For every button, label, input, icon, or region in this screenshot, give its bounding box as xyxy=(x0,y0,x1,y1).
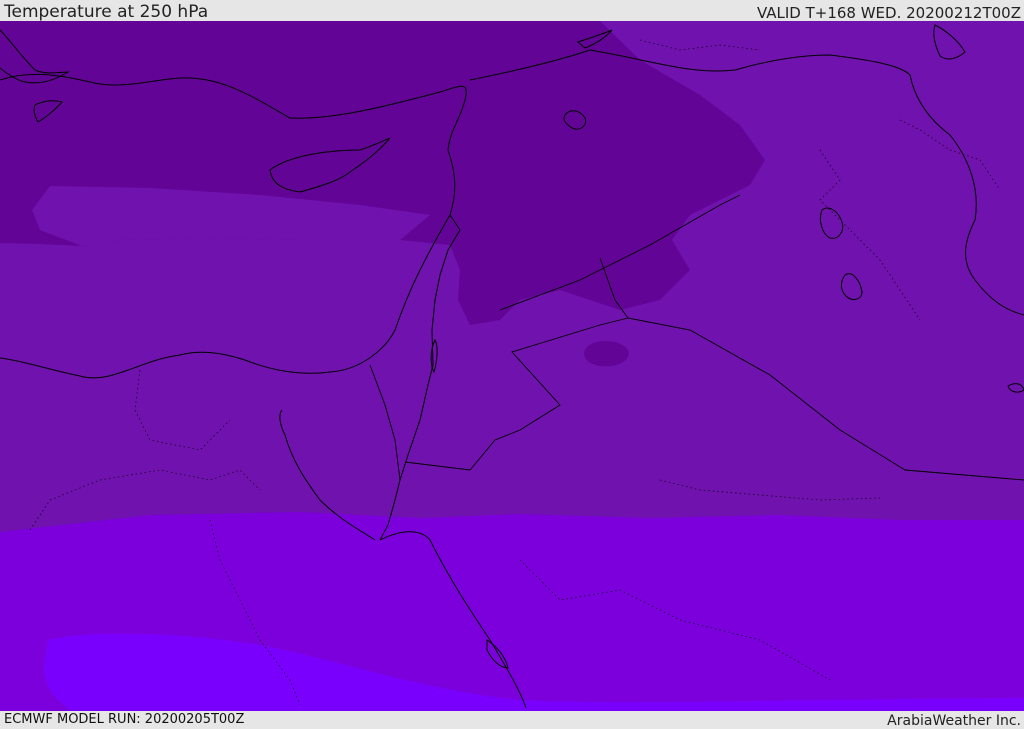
credit-label: ArabiaWeather Inc. xyxy=(887,713,1021,729)
band-darkest-patch xyxy=(584,341,629,367)
valid-time: VALID T+168 WED. 20200212T00Z xyxy=(756,4,1021,22)
map-title: Temperature at 250 hPa xyxy=(4,2,209,22)
model-run: ECMWF MODEL RUN: 20200205T00Z xyxy=(4,712,245,727)
footer-bar: ECMWF MODEL RUN: 20200205T00Z ArabiaWeat… xyxy=(0,711,1024,729)
map-canvas xyxy=(0,21,1024,711)
weather-map[interactable] xyxy=(0,21,1024,711)
header-bar: Temperature at 250 hPa VALID T+168 WED. … xyxy=(0,0,1024,21)
